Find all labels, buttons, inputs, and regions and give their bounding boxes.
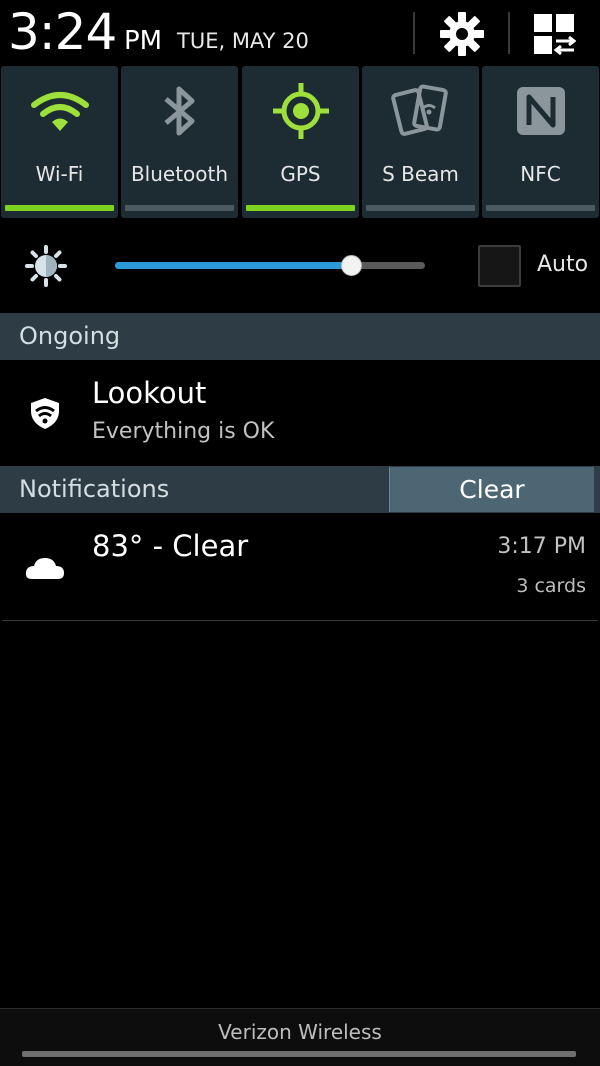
toggle-wifi[interactable]: Wi-Fi (1, 66, 118, 218)
notifications-header: Notifications Clear (0, 466, 600, 513)
gps-icon (272, 83, 329, 139)
toggle-indicator (125, 205, 234, 211)
quick-settings-grid-icon (534, 14, 576, 56)
ongoing-title: Ongoing (19, 322, 121, 350)
brightness-slider[interactable] (115, 255, 425, 276)
toggle-gps[interactable]: GPS (242, 66, 359, 218)
nfc-icon (516, 87, 565, 135)
notification-subtitle: Everything is OK (92, 419, 275, 444)
status-header: 3:24 PM TUE, MAY 20 (0, 0, 600, 64)
date-label: TUE, MAY 20 (177, 29, 309, 53)
clock-ampm: PM (124, 26, 163, 56)
toggle-s-beam[interactable]: S Beam (362, 66, 479, 218)
lookout-shield-icon (22, 390, 68, 436)
toggle-label: NFC (520, 162, 561, 186)
wifi-icon (30, 92, 89, 131)
notification-time: 3:17 PM (497, 534, 586, 559)
toggle-bluetooth[interactable]: Bluetooth (121, 66, 238, 218)
toggle-indicator (366, 205, 475, 211)
toggle-label: Bluetooth (130, 162, 229, 186)
toggle-label: GPS (280, 162, 321, 186)
toggle-label: Wi-Fi (35, 162, 84, 186)
notification-lookout[interactable]: Lookout Everything is OK (0, 360, 600, 466)
auto-brightness-checkbox[interactable] (478, 245, 521, 287)
toggle-label: S Beam (382, 162, 459, 186)
quick-settings-grid-button[interactable] (528, 8, 580, 60)
brightness-icon (25, 245, 67, 287)
notifications-title: Notifications (19, 475, 170, 503)
toggle-indicator (486, 205, 595, 211)
brightness-row: Auto (0, 220, 600, 312)
toggle-indicator (5, 205, 114, 211)
panel-footer: Verizon Wireless (0, 1008, 600, 1066)
ongoing-header: Ongoing (0, 313, 600, 360)
brightness-slider-fill (115, 262, 351, 269)
header-divider (508, 12, 510, 54)
clear-button[interactable]: Clear (389, 467, 594, 512)
carrier-label: Verizon Wireless (218, 1020, 382, 1044)
brightness-slider-knob[interactable] (341, 255, 362, 276)
notification-divider (2, 620, 598, 621)
toggle-indicator (246, 205, 355, 211)
quick-toggles: Wi-Fi Bluetooth GPS S Beam NFC (0, 64, 600, 220)
notification-title: Lookout (92, 376, 207, 410)
toggle-nfc[interactable]: NFC (482, 66, 599, 218)
s-beam-icon (390, 84, 448, 136)
header-divider (413, 12, 415, 54)
settings-button[interactable] (436, 8, 488, 60)
cloud-icon (22, 545, 68, 591)
notification-weather[interactable]: 83° - Clear 3:17 PM 3 cards (0, 513, 600, 620)
panel-drag-handle[interactable] (22, 1051, 576, 1057)
notification-title: 83° - Clear (92, 529, 249, 563)
clock-time: 3:24 (8, 3, 117, 61)
gear-icon (440, 12, 484, 56)
notification-card-count: 3 cards (516, 575, 586, 597)
bluetooth-icon (163, 86, 194, 136)
auto-brightness-label: Auto (537, 252, 589, 277)
